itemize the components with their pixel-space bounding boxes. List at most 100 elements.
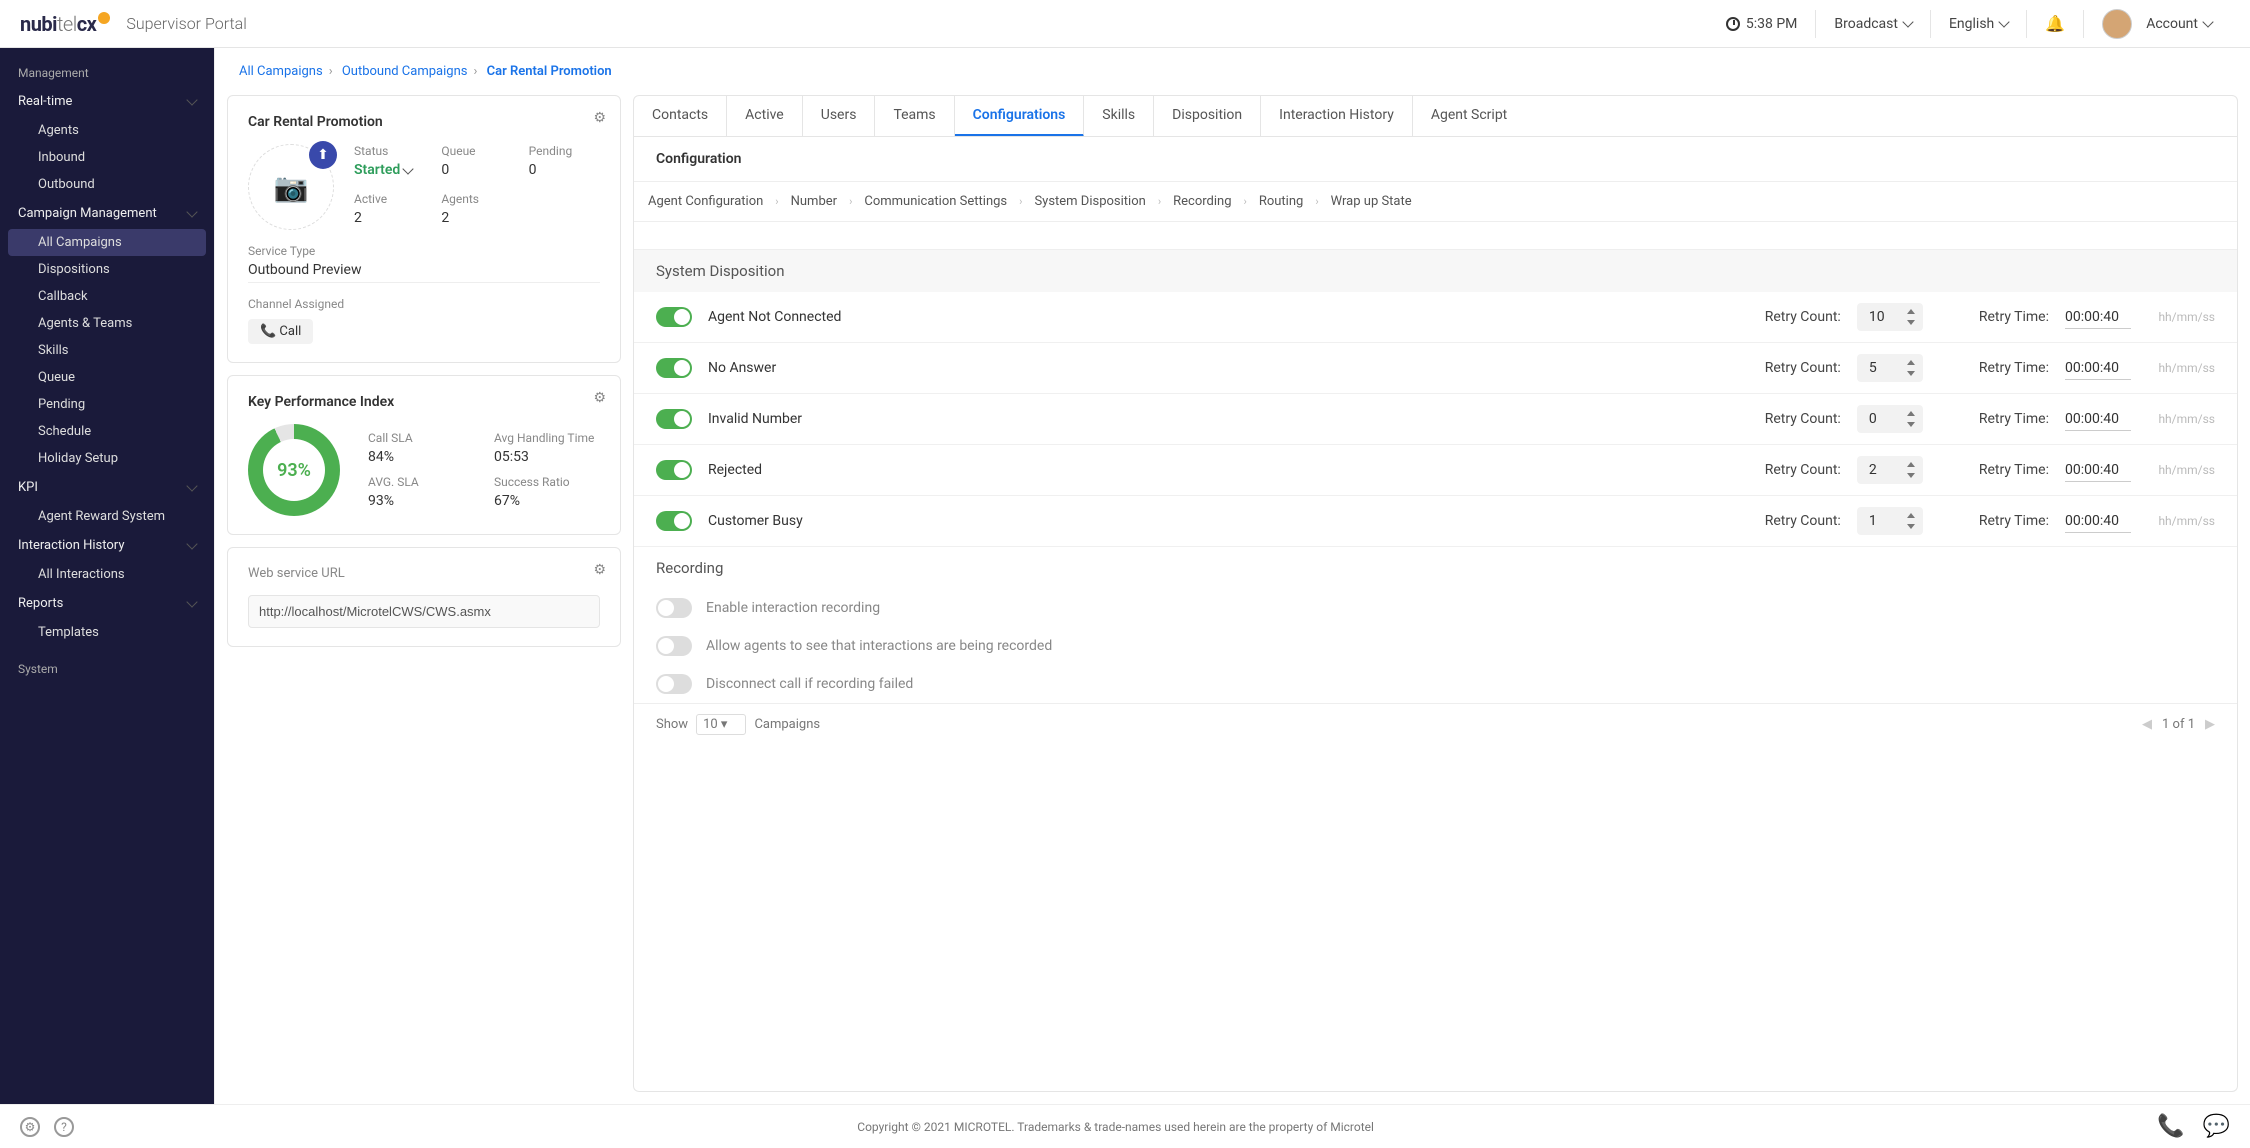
kpi-card: Key Performance Index ⚙ 93% Call SLA84% … [227,375,621,535]
chevron-down-icon [2202,16,2213,27]
subtab-comm-settings[interactable]: Communication Settings [864,194,1007,209]
tab-users[interactable]: Users [803,96,876,136]
subtab-wrapup[interactable]: Wrap up State [1331,194,1412,209]
toggle[interactable] [656,598,692,618]
section-label: Campaign Management [18,206,157,221]
rec-label: Allow agents to see that interactions ar… [706,638,1052,654]
sidebar-section-realtime[interactable]: Real-time [0,86,214,117]
sidebar-item-templates[interactable]: Templates [0,619,214,646]
next-page-button[interactable]: ▶ [2205,717,2215,732]
time-value: 5:38 PM [1746,16,1798,32]
retry-time-input[interactable]: 00:00:40 [2065,510,2131,533]
sidebar-item-dispositions[interactable]: Dispositions [0,256,214,283]
tab-configurations[interactable]: Configurations [955,96,1085,137]
sidebar-item-holiday[interactable]: Holiday Setup [0,445,214,472]
upload-icon[interactable]: ⬆ [309,141,337,169]
toggle[interactable] [656,511,692,531]
sidebar-item-queue[interactable]: Queue [0,364,214,391]
sidebar-item-outbound[interactable]: Outbound [0,171,214,198]
subtab-recording[interactable]: Recording [1173,194,1231,209]
language-menu[interactable]: English [1930,10,2026,38]
gear-icon[interactable]: ⚙ [593,562,606,578]
notifications-button[interactable]: 🔔 [2026,10,2083,38]
toggle[interactable] [656,636,692,656]
agents-label: Agents [441,192,512,206]
subtab-system-disposition[interactable]: System Disposition [1034,194,1145,209]
retry-count-stepper[interactable]: 10 [1857,303,1923,331]
retry-time-input[interactable]: 00:00:40 [2065,357,2131,380]
retry-count-label: Retry Count: [1765,462,1841,478]
disp-name: Customer Busy [708,513,1749,529]
page-size-select[interactable]: 10 ▾ [696,714,746,735]
time-format-hint: hh/mm/ss [2147,361,2215,375]
retry-count-stepper[interactable]: 5 [1857,354,1923,382]
retry-time-input[interactable]: 00:00:40 [2065,459,2131,482]
sidebar-section-reports[interactable]: Reports [0,588,214,619]
chevron-down-icon [186,480,197,491]
sidebar-item-agents[interactable]: Agents [0,117,214,144]
pagination: Show 10 ▾ Campaigns ◀ 1 of 1 ▶ [634,703,2237,745]
chat-icon[interactable]: 💬 [2203,1114,2230,1139]
brand-logo: nubitelcx [20,12,110,36]
tab-agent-script[interactable]: Agent Script [1413,96,1525,136]
rec-label: Disconnect call if recording failed [706,676,913,692]
subtab-routing[interactable]: Routing [1259,194,1303,209]
broadcast-menu[interactable]: Broadcast [1815,10,1930,38]
toggle[interactable] [656,307,692,327]
sidebar-section-kpi[interactable]: KPI [0,472,214,503]
subtab-number[interactable]: Number [791,194,837,209]
account-menu[interactable]: Account [2083,10,2230,38]
retry-count-stepper[interactable]: 2 [1857,456,1923,484]
tab-skills[interactable]: Skills [1084,96,1154,136]
service-type-label: Service Type [248,244,600,258]
toggle[interactable] [656,674,692,694]
toggle[interactable] [656,358,692,378]
gear-icon[interactable]: ⚙ [593,390,606,406]
web-url-input[interactable] [248,595,600,628]
sidebar-item-all-campaigns[interactable]: All Campaigns [8,229,206,256]
campaign-card: Car Rental Promotion ⚙ 📷⬆ StatusStarted … [227,95,621,363]
chevron-down-icon [186,538,197,549]
sidebar-section-history[interactable]: Interaction History [0,530,214,561]
toggle[interactable] [656,460,692,480]
section-label: KPI [18,480,38,495]
gear-icon[interactable]: ⚙ [593,110,606,126]
tab-interaction-history[interactable]: Interaction History [1261,96,1413,136]
kpi-title: Key Performance Index [248,394,600,410]
tab-teams[interactable]: Teams [875,96,954,136]
tab-contacts[interactable]: Contacts [634,96,727,136]
tab-active[interactable]: Active [727,96,803,136]
tab-disposition[interactable]: Disposition [1154,96,1261,136]
crumb-current: Car Rental Promotion [487,64,612,79]
sidebar-section-campaign[interactable]: Campaign Management [0,198,214,229]
sidebar-item-skills[interactable]: Skills [0,337,214,364]
broadcast-label: Broadcast [1834,16,1898,32]
retry-time-input[interactable]: 00:00:40 [2065,408,2131,431]
rec-row-allow-agents: Allow agents to see that interactions ar… [634,627,2237,665]
campaign-image-placeholder[interactable]: 📷⬆ [248,144,334,230]
crumb-all[interactable]: All Campaigns [239,64,323,79]
sidebar-item-callback[interactable]: Callback [0,283,214,310]
top-header: nubitelcx Supervisor Portal 5:38 PM Broa… [0,0,2250,48]
sidebar-item-agent-reward[interactable]: Agent Reward System [0,503,214,530]
retry-count-stepper[interactable]: 1 [1857,507,1923,535]
prev-page-button[interactable]: ◀ [2142,717,2152,732]
sidebar-item-pending[interactable]: Pending [0,391,214,418]
retry-time-input[interactable]: 00:00:40 [2065,306,2131,329]
sidebar-item-agents-teams[interactable]: Agents & Teams [0,310,214,337]
sidebar-item-all-interactions[interactable]: All Interactions [0,561,214,588]
sidebar-item-inbound[interactable]: Inbound [0,144,214,171]
crumb-mid[interactable]: Outbound Campaigns [342,64,468,79]
retry-count-stepper[interactable]: 0 [1857,405,1923,433]
status-value[interactable]: Started [354,162,425,178]
toggle[interactable] [656,409,692,429]
help-icon[interactable]: ? [54,1117,74,1137]
retry-time-label: Retry Time: [1979,309,2049,325]
time-format-hint: hh/mm/ss [2147,310,2215,324]
retry-time-label: Retry Time: [1979,462,2049,478]
settings-icon[interactable]: ⚙ [20,1117,40,1137]
subtab-agent-config[interactable]: Agent Configuration [648,194,763,209]
phone-icon[interactable]: 📞 [2157,1114,2184,1139]
sidebar-item-schedule[interactable]: Schedule [0,418,214,445]
time-format-hint: hh/mm/ss [2147,412,2215,426]
